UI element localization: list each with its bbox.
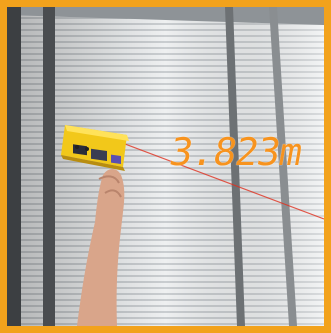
distance-reading: 3.823m (166, 130, 306, 174)
window-mullion-left (43, 7, 55, 326)
photo: 3.823m (7, 7, 324, 326)
photo-frame: 3.823m (0, 0, 331, 333)
left-frame (7, 7, 21, 326)
